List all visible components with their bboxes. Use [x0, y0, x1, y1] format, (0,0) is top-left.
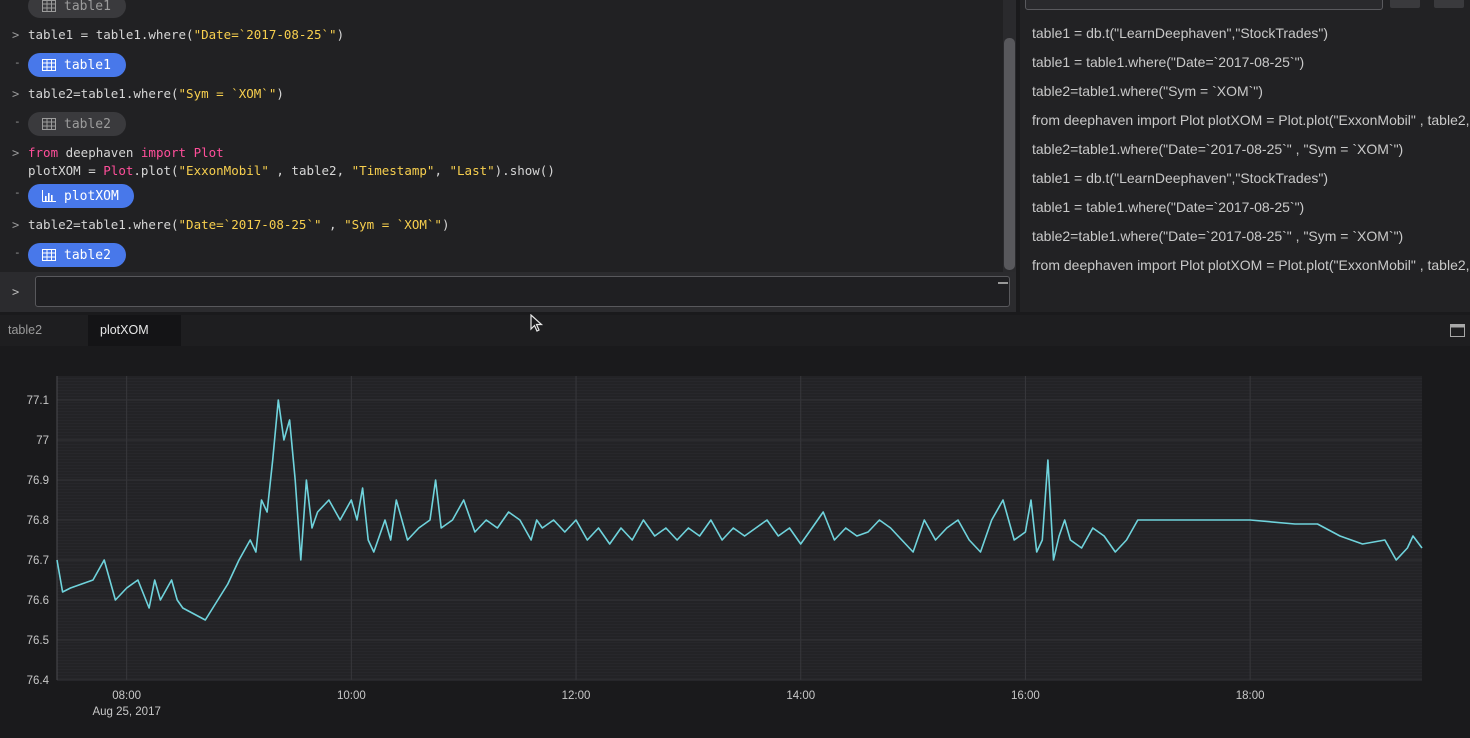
result-pill-label: table2 — [64, 116, 111, 132]
result-expand-toggle[interactable]: - — [14, 246, 21, 259]
console-scrollbar-thumb[interactable] — [1004, 38, 1015, 270]
console-panel: table1 > table1 = table1.where("Date=`2017… — [0, 0, 1016, 312]
history-action-button[interactable] — [1390, 0, 1420, 8]
y-tick-label: 76.4 — [27, 675, 50, 687]
y-tick-label: 76.7 — [27, 555, 49, 567]
chart-icon — [42, 190, 56, 202]
tab-plotXOM[interactable]: plotXOM — [88, 315, 181, 346]
line-chart[interactable]: 08:00 10:00 12:00 14:00 16:00 18:00 Aug 25, 20… — [0, 346, 1470, 738]
y-tick-label: 77.1 — [27, 395, 49, 407]
command-code[interactable]: table2=table1.where("Date=`2017-08-25`" … — [28, 216, 449, 234]
history-search-input[interactable] — [1025, 0, 1383, 10]
x-tick-label: 12:00 — [562, 690, 591, 702]
y-tick-label: 77 — [36, 435, 49, 447]
command-code[interactable]: from deephaven import Plot — [28, 144, 224, 162]
command-prompt: > — [12, 28, 20, 42]
history-item[interactable]: table2=table1.where("Date=`2017-08-25`" … — [1032, 228, 1403, 244]
resize-handle-icon[interactable] — [998, 282, 1008, 284]
result-pill-table1[interactable]: table1 — [28, 0, 126, 18]
result-pill-table2[interactable]: table2 — [28, 243, 126, 267]
table-icon — [42, 118, 56, 130]
tab-bar — [0, 315, 1470, 346]
mouse-cursor-icon — [530, 314, 544, 332]
command-history-panel: table1 = db.t("LearnDeephaven","StockTra… — [1020, 0, 1470, 312]
command-code[interactable]: table1 = table1.where("Date=`2017-08-25`… — [28, 26, 344, 44]
y-tick-label: 76.6 — [27, 595, 49, 607]
history-item[interactable]: table1 = db.t("LearnDeephaven","StockTra… — [1032, 170, 1328, 186]
result-pill-label: table1 — [64, 0, 111, 14]
history-item[interactable]: table2=table1.where("Date=`2017-08-25`" … — [1032, 141, 1403, 157]
maximize-icon[interactable] — [1450, 324, 1465, 337]
command-code[interactable]: plotXOM = Plot.plot("ExxonMobil" , table… — [28, 162, 555, 180]
x-tick-label: 08:00 — [112, 690, 141, 702]
x-tick-label: 14:00 — [786, 690, 815, 702]
result-expand-toggle[interactable]: - — [14, 115, 21, 128]
tab-table2[interactable]: table2 — [0, 315, 88, 346]
history-item[interactable]: table1 = table1.where("Date=`2017-08-25`… — [1032, 54, 1304, 70]
command-prompt: > — [12, 218, 20, 232]
table-icon — [42, 249, 56, 261]
result-pill-label: table1 — [64, 57, 111, 73]
x-tick-label: 18:00 — [1236, 690, 1265, 702]
history-item[interactable]: table1 = table1.where("Date=`2017-08-25`… — [1032, 199, 1304, 215]
console-input-prompt: > — [12, 285, 20, 299]
history-item[interactable]: from deephaven import Plot plotXOM = Plo… — [1032, 112, 1470, 128]
history-clear-button[interactable] — [1434, 0, 1464, 8]
x-tick-label: 10:00 — [337, 690, 366, 702]
result-expand-toggle[interactable]: - — [14, 186, 21, 199]
y-tick-label: 76.5 — [27, 635, 49, 647]
result-pill-table2[interactable]: table2 — [28, 112, 126, 136]
result-pill-label: table2 — [64, 247, 111, 263]
command-code[interactable]: table2=table1.where("Sym = `XOM`") — [28, 85, 284, 103]
table-icon — [42, 0, 56, 12]
x-tick-label: 16:00 — [1011, 690, 1040, 702]
history-item[interactable]: table1 = db.t("LearnDeephaven","StockTra… — [1032, 25, 1328, 41]
table-icon — [42, 59, 56, 71]
history-item[interactable]: table2=table1.where("Sym = `XOM`") — [1032, 83, 1263, 99]
x-date-label: Aug 25, 2017 — [92, 706, 160, 718]
history-item[interactable]: from deephaven import Plot plotXOM = Plo… — [1032, 257, 1470, 273]
result-pill-plotXOM[interactable]: plotXOM — [28, 184, 134, 208]
plot-area — [57, 376, 1422, 680]
result-expand-toggle[interactable]: - — [14, 56, 21, 69]
command-prompt: > — [12, 146, 20, 160]
console-input[interactable] — [35, 276, 1010, 307]
command-prompt: > — [12, 87, 20, 101]
result-pill-table1[interactable]: table1 — [28, 53, 126, 77]
y-tick-label: 76.8 — [27, 515, 49, 527]
result-pill-label: plotXOM — [64, 188, 119, 204]
y-tick-label: 76.9 — [27, 475, 49, 487]
